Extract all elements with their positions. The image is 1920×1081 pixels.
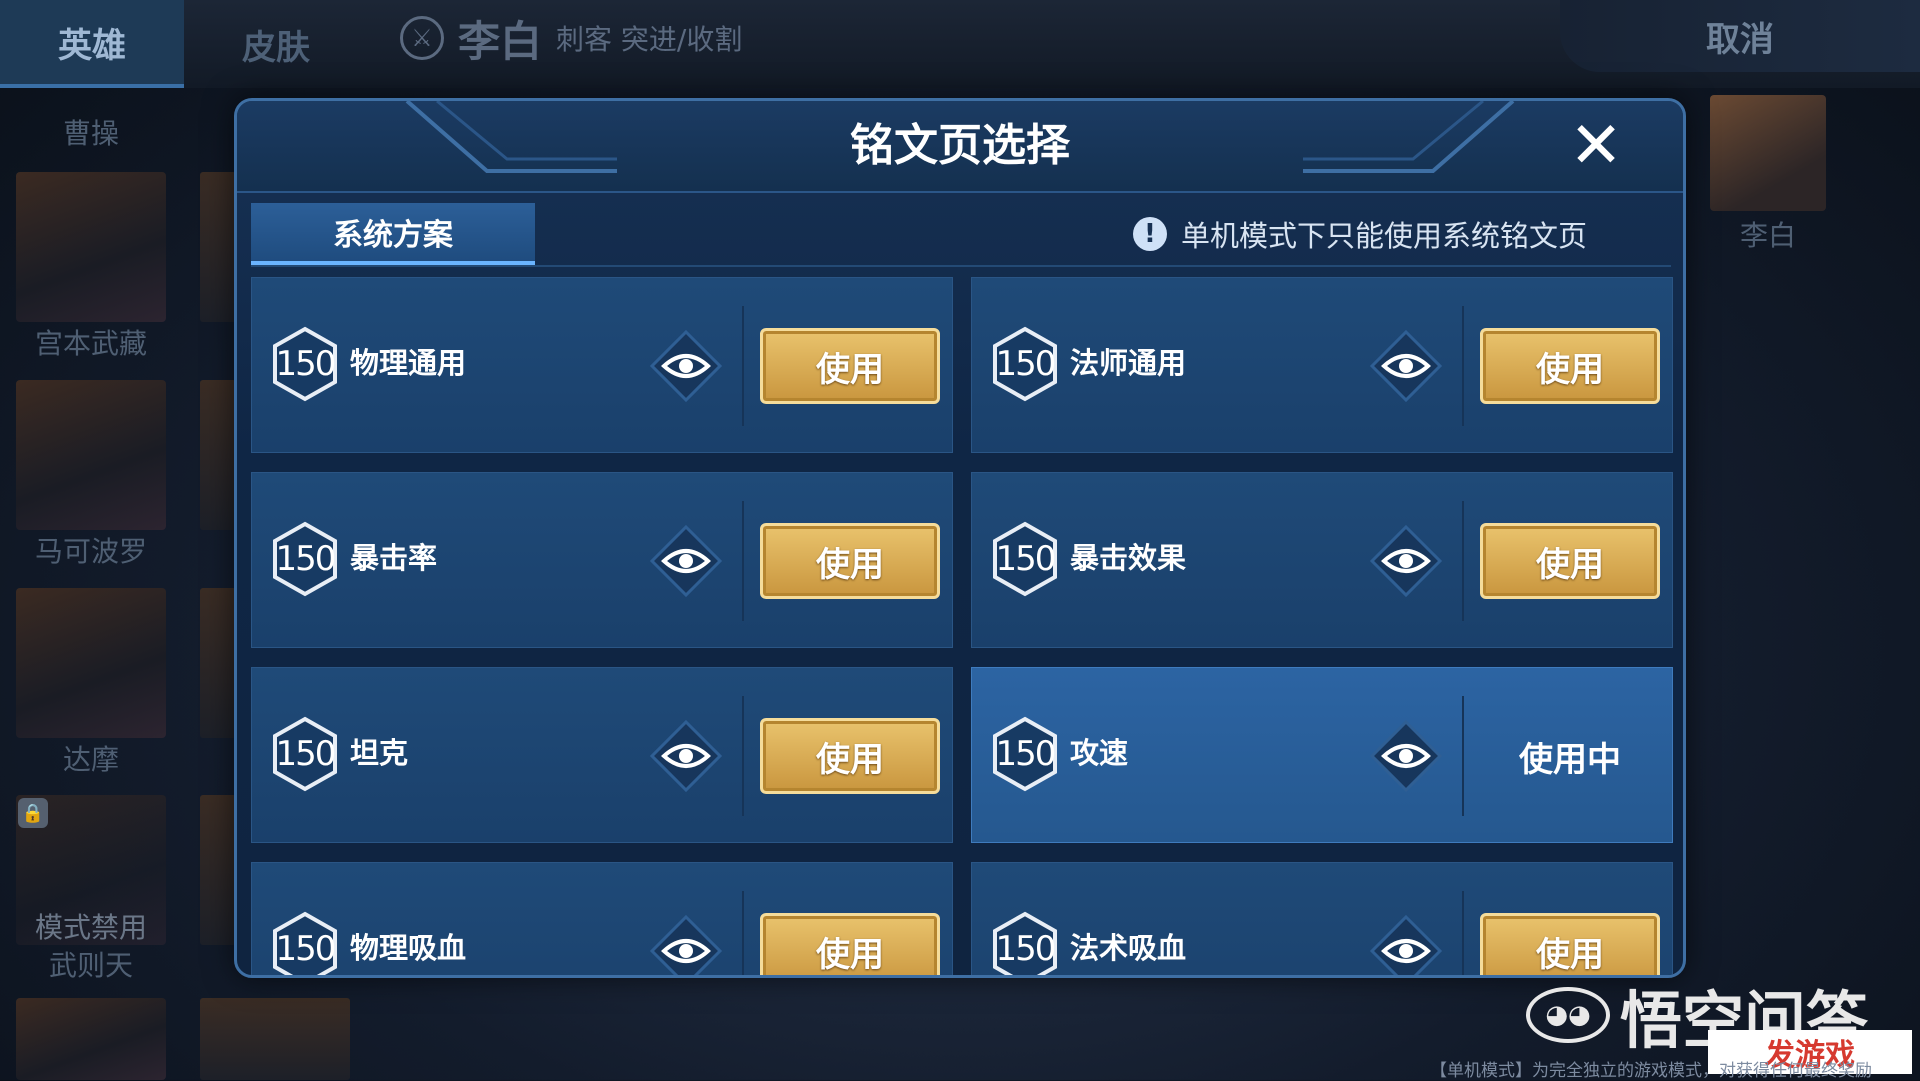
use-button[interactable]: 使用 bbox=[760, 913, 940, 975]
hero-portrait[interactable] bbox=[16, 380, 166, 530]
rune-level: 150 bbox=[995, 539, 1057, 579]
rune-level: 150 bbox=[275, 539, 337, 579]
rune-page-name: 暴击效果 bbox=[1070, 541, 1187, 575]
info-icon: ! bbox=[1132, 217, 1167, 251]
eye-icon[interactable] bbox=[650, 915, 722, 978]
rune-page-name: 法术吸血 bbox=[1070, 931, 1187, 965]
rune-level: 150 bbox=[275, 734, 337, 774]
use-button[interactable]: 使用 bbox=[760, 718, 940, 794]
card-divider bbox=[742, 891, 744, 975]
rune-page-card[interactable]: 150 攻速 使用中 bbox=[971, 667, 1673, 843]
rune-page-name: 物理吸血 bbox=[350, 931, 467, 965]
hero-role-icon: ⚔ bbox=[400, 16, 444, 60]
hero-portrait[interactable] bbox=[200, 795, 236, 945]
hero-list-item[interactable]: 马可波罗 bbox=[16, 530, 166, 570]
level-hexagon-icon: 150 bbox=[992, 911, 1058, 975]
rune-level: 150 bbox=[995, 344, 1057, 384]
rune-page-card[interactable]: 150 暴击率 使用 bbox=[251, 472, 953, 648]
eye-icon[interactable] bbox=[1370, 525, 1442, 597]
hero-portrait[interactable] bbox=[16, 172, 166, 322]
card-divider bbox=[1462, 501, 1464, 621]
use-button[interactable]: 使用 bbox=[760, 328, 940, 404]
cancel-button[interactable]: 取消 bbox=[1560, 0, 1920, 72]
hero-portrait[interactable] bbox=[200, 172, 236, 322]
hero-portrait[interactable] bbox=[200, 380, 236, 530]
rune-page-name: 坦克 bbox=[350, 736, 409, 770]
rune-page-card[interactable]: 150 坦克 使用 bbox=[251, 667, 953, 843]
dialog-title: 铭文页选择 bbox=[850, 120, 1070, 171]
mode-notice: ! 单机模式下只能使用系统铭文页 bbox=[1132, 211, 1587, 257]
tab-system-scheme[interactable]: 系统方案 bbox=[251, 203, 535, 265]
hero-list-item[interactable]: 达摩 bbox=[16, 738, 166, 778]
card-divider bbox=[742, 306, 744, 426]
hero-name: 李白 bbox=[458, 16, 543, 66]
hero-list-item[interactable]: 武则天 bbox=[16, 944, 166, 984]
rune-level: 150 bbox=[275, 344, 337, 384]
hero-portrait[interactable] bbox=[16, 588, 166, 738]
lock-icon: 🔒 bbox=[18, 798, 48, 828]
rune-page-name: 攻速 bbox=[1070, 736, 1129, 770]
level-hexagon-icon: 150 bbox=[992, 326, 1058, 402]
rune-page-card[interactable]: 150 物理吸血 使用 bbox=[251, 862, 953, 978]
footer-text: 【单机模式】为完全独立的游戏模式，对获得任何最终奖励 bbox=[1430, 1061, 1872, 1081]
level-hexagon-icon: 150 bbox=[992, 521, 1058, 597]
eye-icon[interactable] bbox=[650, 720, 722, 792]
eye-icon[interactable] bbox=[650, 525, 722, 597]
hero-list-item[interactable]: 曹操 bbox=[16, 112, 166, 152]
hero-portrait[interactable] bbox=[200, 998, 350, 1080]
rune-level: 150 bbox=[995, 734, 1057, 774]
tab-hero[interactable]: 英雄 bbox=[0, 0, 184, 88]
level-hexagon-icon: 150 bbox=[272, 326, 338, 402]
hero-portrait[interactable] bbox=[200, 588, 236, 738]
level-hexagon-icon: 150 bbox=[992, 716, 1058, 792]
brand-logo-icon: ◕◕ bbox=[1526, 987, 1610, 1043]
rune-page-name: 法师通用 bbox=[1070, 346, 1187, 380]
rune-level: 150 bbox=[275, 929, 337, 969]
level-hexagon-icon: 150 bbox=[272, 911, 338, 975]
hero-list-item[interactable]: 宫本武藏 bbox=[16, 322, 166, 362]
rune-page-card[interactable]: 150 暴击效果 使用 bbox=[971, 472, 1673, 648]
card-divider bbox=[742, 696, 744, 816]
close-icon[interactable]: ✕ bbox=[1567, 114, 1625, 178]
rune-page-card[interactable]: 150 物理通用 使用 bbox=[251, 277, 953, 453]
eye-icon[interactable] bbox=[1370, 720, 1442, 792]
rune-page-name: 暴击率 bbox=[350, 541, 438, 575]
rune-page-card[interactable]: 150 法术吸血 使用 bbox=[971, 862, 1673, 978]
card-divider bbox=[1462, 891, 1464, 975]
selected-hero-name: 李白 bbox=[1739, 219, 1796, 252]
rune-page-card[interactable]: 150 法师通用 使用 bbox=[971, 277, 1673, 453]
card-divider bbox=[1462, 696, 1464, 816]
dialog-header: 铭文页选择 ✕ bbox=[237, 101, 1683, 193]
use-button[interactable]: 使用 bbox=[760, 523, 940, 599]
card-divider bbox=[742, 501, 744, 621]
use-button[interactable]: 使用 bbox=[1480, 523, 1660, 599]
rune-page-dialog: 铭文页选择 ✕ 系统方案 ! 单机模式下只能使用系统铭文页 150 物理通用 使用 1… bbox=[234, 98, 1686, 978]
use-button[interactable]: 使用 bbox=[1480, 913, 1660, 975]
rune-level: 150 bbox=[995, 929, 1057, 969]
eye-icon[interactable] bbox=[650, 330, 722, 402]
hero-portrait[interactable] bbox=[16, 998, 166, 1080]
notice-text: 单机模式下只能使用系统铭文页 bbox=[1180, 219, 1587, 253]
selected-hero-portrait bbox=[1710, 95, 1826, 211]
eye-icon[interactable] bbox=[1370, 330, 1442, 402]
level-hexagon-icon: 150 bbox=[272, 716, 338, 792]
in-use-label: 使用中 bbox=[1519, 739, 1621, 780]
hero-role: 刺客 突进/收割 bbox=[556, 23, 743, 56]
tab-skin[interactable]: 皮肤 bbox=[184, 0, 368, 88]
rune-page-name: 物理通用 bbox=[350, 346, 467, 380]
hero-header: ⚔ 李白 刺客 突进/收割 bbox=[400, 8, 742, 68]
eye-icon[interactable] bbox=[1370, 915, 1442, 978]
level-hexagon-icon: 150 bbox=[272, 521, 338, 597]
use-button[interactable]: 使用 bbox=[1480, 328, 1660, 404]
card-divider bbox=[1462, 306, 1464, 426]
tab-divider bbox=[251, 265, 1671, 267]
mode-banned-label: 模式禁用 bbox=[34, 911, 147, 944]
